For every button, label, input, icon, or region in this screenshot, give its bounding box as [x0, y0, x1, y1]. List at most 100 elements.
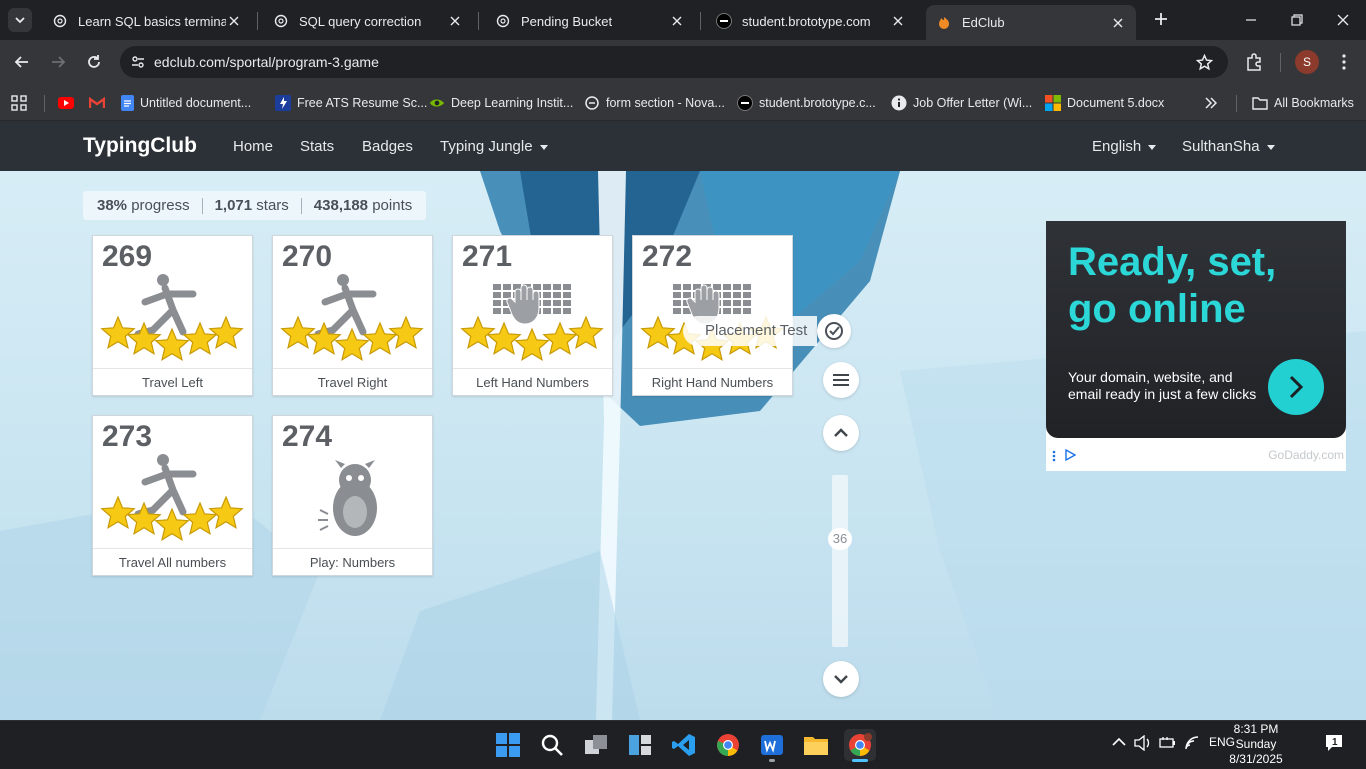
adchoices-icon[interactable] [1064, 449, 1076, 461]
scroll-down-button[interactable] [823, 661, 859, 697]
star-icon [182, 501, 218, 536]
tab-search-button[interactable] [8, 8, 32, 32]
nav-badges[interactable]: Badges [362, 138, 413, 155]
bookmark-star-button[interactable] [1192, 50, 1216, 74]
new-tab-button[interactable] [1150, 8, 1172, 30]
menu-button[interactable] [823, 362, 859, 398]
browser-menu-button[interactable] [1332, 50, 1356, 74]
bookmark-job-offer[interactable]: Job Offer Letter (Wi... [891, 93, 1032, 113]
tab-sql-query[interactable]: SQL query correction [263, 6, 473, 36]
close-icon [1337, 14, 1349, 26]
nav-home[interactable]: Home [233, 138, 273, 155]
star-icon [208, 495, 244, 530]
reload-button[interactable] [82, 50, 106, 74]
notifications-button[interactable]: 1 [1324, 733, 1344, 756]
back-button[interactable] [10, 50, 34, 74]
running-indicator [769, 759, 775, 762]
site-navbar: TypingClub Home Stats Badges Typing Jung… [0, 121, 1366, 171]
chevron-down-icon [15, 17, 25, 24]
bookmark-gmail[interactable] [89, 93, 111, 113]
close-icon[interactable] [890, 13, 906, 29]
chrome-button[interactable] [712, 729, 744, 761]
nav-typing-jungle-label: Typing Jungle [440, 138, 533, 155]
lesson-art [318, 460, 377, 536]
tab-divider [700, 12, 701, 30]
battery-icon[interactable] [1159, 735, 1177, 754]
tab-title: EdClub [962, 15, 1005, 30]
extensions-button[interactable] [1242, 50, 1266, 74]
progress-label: progress [131, 197, 190, 214]
vscode-button[interactable] [668, 729, 700, 761]
user-dropdown[interactable]: SulthanSha [1182, 138, 1275, 155]
bookmark-label: Document 5.docx [1067, 96, 1165, 110]
level-scrollbar[interactable]: 36 [828, 475, 852, 647]
site-info-icon[interactable] [130, 54, 146, 70]
close-icon[interactable] [226, 13, 242, 29]
close-icon[interactable] [669, 13, 685, 29]
tab-learn-sql[interactable]: Learn SQL basics terminal [42, 6, 252, 36]
star-icon [514, 327, 550, 362]
bookmark-untitled-doc[interactable]: Untitled document... [121, 93, 251, 113]
show-hidden-icons-button[interactable] [1112, 736, 1126, 750]
lesson-card-274[interactable]: 274 Play: Numbers [272, 415, 433, 576]
task-view-button[interactable] [580, 729, 612, 761]
close-window-button[interactable] [1328, 6, 1358, 34]
address-bar[interactable]: edclub.com/sportal/program-3.game [120, 46, 1228, 78]
language-dropdown[interactable]: English [1092, 138, 1157, 155]
more-bookmarks-button[interactable] [1205, 93, 1217, 113]
minimize-button[interactable] [1236, 6, 1266, 34]
placement-test-button[interactable]: Placement Test [683, 314, 859, 348]
lesson-card-270[interactable]: 270 Travel Right [272, 235, 433, 396]
nav-typing-jungle[interactable]: Typing Jungle [440, 138, 548, 155]
lesson-card-273[interactable]: 273 Travel All numbers [92, 415, 253, 576]
bookmark-label: Job Offer Letter (Wi... [913, 96, 1033, 110]
lesson-card-269[interactable]: 269 Travel Left [92, 235, 253, 396]
progress-stats: 38% progress 1,071 stars 438,188 points [83, 191, 427, 220]
bookmark-youtube[interactable] [58, 93, 80, 113]
godaddy-ad[interactable]: Ready, set, go online Your domain, websi… [1046, 221, 1346, 471]
brototype-icon [737, 95, 753, 111]
progress-value: 38% [97, 197, 128, 214]
url-text: edclub.com/sportal/program-3.game [154, 54, 379, 70]
tab-edclub[interactable]: EdClub [926, 5, 1136, 40]
close-icon[interactable] [1110, 15, 1126, 31]
system-clock[interactable]: 8:31 PM Sunday 8/31/2025 [1214, 722, 1298, 767]
nav-stats[interactable]: Stats [300, 138, 334, 155]
bookmark-brototype[interactable]: student.brototype.c... [737, 93, 876, 113]
profile-avatar[interactable]: S [1295, 50, 1319, 74]
tab-brototype[interactable]: student.brototype.com [706, 6, 916, 36]
restore-button[interactable] [1282, 6, 1312, 34]
caret-down-icon [1148, 144, 1157, 150]
placement-test-label: Placement Test [683, 316, 818, 346]
all-bookmarks-button[interactable]: All Bookmarks [1252, 93, 1354, 113]
lesson-card-271[interactable]: 271 Left Hand Numbers [452, 235, 613, 396]
bookmark-form-section[interactable]: form section - Nova... [584, 93, 725, 113]
chevron-right-icon [1289, 375, 1304, 399]
typingclub-logo[interactable]: TypingClub [83, 134, 197, 158]
start-button[interactable] [492, 729, 524, 761]
file-explorer-button[interactable] [800, 729, 832, 761]
ad-options-icon[interactable] [1052, 450, 1056, 462]
show-desktop-button[interactable] [1360, 721, 1366, 769]
search-button[interactable] [536, 729, 568, 761]
tab-pending-bucket[interactable]: Pending Bucket [485, 6, 695, 36]
lesson-art [100, 454, 244, 542]
apps-button[interactable] [11, 93, 27, 113]
volume-icon[interactable] [1134, 734, 1152, 754]
chrome-profile-button[interactable] [844, 729, 876, 762]
bookmark-deep-learning[interactable]: Deep Learning Instit... [429, 93, 573, 113]
chrome-icon [849, 733, 872, 756]
widgets-button[interactable] [624, 729, 656, 761]
forward-button[interactable] [46, 50, 70, 74]
stats-divider [300, 197, 302, 214]
bookmark-ats-resume[interactable]: Free ATS Resume Sc... [275, 93, 427, 113]
plus-icon [1155, 13, 1167, 25]
network-icon[interactable] [1184, 735, 1202, 754]
ad-go-button[interactable] [1268, 359, 1324, 415]
bookmark-divider [44, 95, 45, 112]
bookmark-document5[interactable]: Document 5.docx [1045, 93, 1164, 113]
word-button[interactable] [756, 729, 788, 762]
scroll-up-button[interactable] [823, 415, 859, 451]
close-icon[interactable] [447, 13, 463, 29]
points-label: points [372, 197, 413, 214]
